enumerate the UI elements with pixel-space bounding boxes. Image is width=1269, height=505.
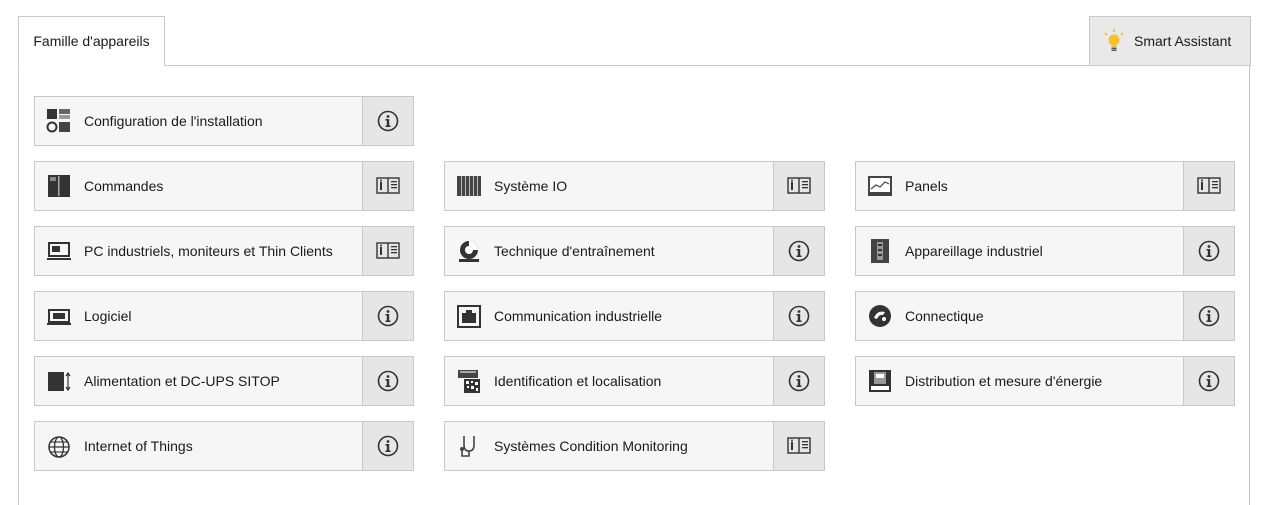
smart-assistant-label: Smart Assistant: [1134, 33, 1232, 49]
info-button[interactable]: [362, 422, 413, 470]
tile-identification[interactable]: Identification et localisation: [444, 356, 825, 406]
tile-internet-of-things[interactable]: Internet of Things: [34, 421, 414, 471]
tile-connectors[interactable]: Connectique: [855, 291, 1235, 341]
catalog-icon: [1197, 177, 1221, 194]
tile-label: Distribution et mesure d'énergie: [905, 373, 1103, 389]
info-button[interactable]: [1183, 292, 1234, 340]
info-icon: [1198, 240, 1220, 262]
tile-industrial-pc[interactable]: PC industriels, moniteurs et Thin Client…: [34, 226, 414, 276]
lightbulb-icon: [1104, 29, 1124, 51]
tile-energy-distribution[interactable]: Distribution et mesure d'énergie: [855, 356, 1235, 406]
catalog-button[interactable]: [362, 162, 413, 210]
communication-icon: [457, 305, 481, 328]
tile-label: Configuration de l'installation: [84, 113, 263, 129]
info-icon: [377, 435, 399, 457]
stethoscope-icon: [460, 436, 475, 457]
connector-icon: [869, 305, 891, 327]
info-icon: [1198, 305, 1220, 327]
tile-label: Connectique: [905, 308, 984, 324]
info-button[interactable]: [362, 97, 413, 145]
info-icon: [377, 370, 399, 392]
tab-device-family[interactable]: Famille d'appareils: [18, 16, 165, 66]
catalog-icon: [787, 437, 811, 454]
tile-label: Appareillage industriel: [905, 243, 1043, 259]
catalog-button[interactable]: [1183, 162, 1234, 210]
tile-label: Panels: [905, 178, 948, 194]
identification-icon: [458, 370, 480, 393]
tile-label: Systèmes Condition Monitoring: [494, 438, 688, 454]
tile-label: Commandes: [84, 178, 164, 194]
tile-panels[interactable]: Panels: [855, 161, 1235, 211]
io-system-icon: [457, 176, 481, 196]
info-button[interactable]: [773, 292, 824, 340]
tile-label: Système IO: [494, 178, 568, 194]
smart-assistant-button[interactable]: Smart Assistant: [1089, 16, 1251, 66]
drive-icon: [459, 241, 479, 262]
controller-icon: [48, 175, 70, 197]
tile-industrial-switchgear[interactable]: Appareillage industriel: [855, 226, 1235, 276]
tile-label: Alimentation et DC-UPS SITOP: [84, 373, 280, 389]
catalog-button[interactable]: [773, 162, 824, 210]
panel-icon: [868, 176, 892, 196]
info-button[interactable]: [1183, 227, 1234, 275]
catalog-button[interactable]: [362, 227, 413, 275]
tile-label: Internet of Things: [84, 438, 193, 454]
info-icon: [788, 370, 810, 392]
tile-controllers[interactable]: Commandes: [34, 161, 414, 211]
info-icon: [377, 305, 399, 327]
catalog-button[interactable]: [773, 422, 824, 470]
tile-condition-monitoring[interactable]: Systèmes Condition Monitoring: [444, 421, 825, 471]
tile-software[interactable]: Logiciel: [34, 291, 414, 341]
info-button[interactable]: [362, 292, 413, 340]
info-button[interactable]: [362, 357, 413, 405]
energy-distribution-icon: [869, 370, 891, 392]
tile-label: Logiciel: [84, 308, 132, 324]
info-button[interactable]: [1183, 357, 1234, 405]
catalog-icon: [376, 177, 400, 194]
info-icon: [377, 110, 399, 132]
globe-icon: [48, 436, 70, 458]
switchgear-icon: [871, 239, 889, 263]
tile-label: Communication industrielle: [494, 308, 663, 324]
tile-label: PC industriels, moniteurs et Thin Client…: [84, 243, 333, 259]
info-button[interactable]: [773, 357, 824, 405]
power-supply-icon: [48, 371, 71, 392]
industrial-pc-icon: [47, 242, 71, 260]
info-icon: [1198, 370, 1220, 392]
tile-drive-technology[interactable]: Technique d'entraînement: [444, 226, 825, 276]
tile-io-system[interactable]: Système IO: [444, 161, 825, 211]
tile-label: Technique d'entraînement: [494, 243, 655, 259]
info-icon: [788, 240, 810, 262]
tile-installation-config[interactable]: Configuration de l'installation: [34, 96, 414, 146]
tile-label: Identification et localisation: [494, 373, 662, 389]
catalog-icon: [787, 177, 811, 194]
info-button[interactable]: [773, 227, 824, 275]
installation-config-icon: [46, 109, 70, 133]
tile-industrial-communication[interactable]: Communication industrielle: [444, 291, 825, 341]
software-icon: [47, 309, 71, 325]
tile-power-supply[interactable]: Alimentation et DC-UPS SITOP: [34, 356, 414, 406]
catalog-icon: [376, 242, 400, 259]
info-icon: [788, 305, 810, 327]
